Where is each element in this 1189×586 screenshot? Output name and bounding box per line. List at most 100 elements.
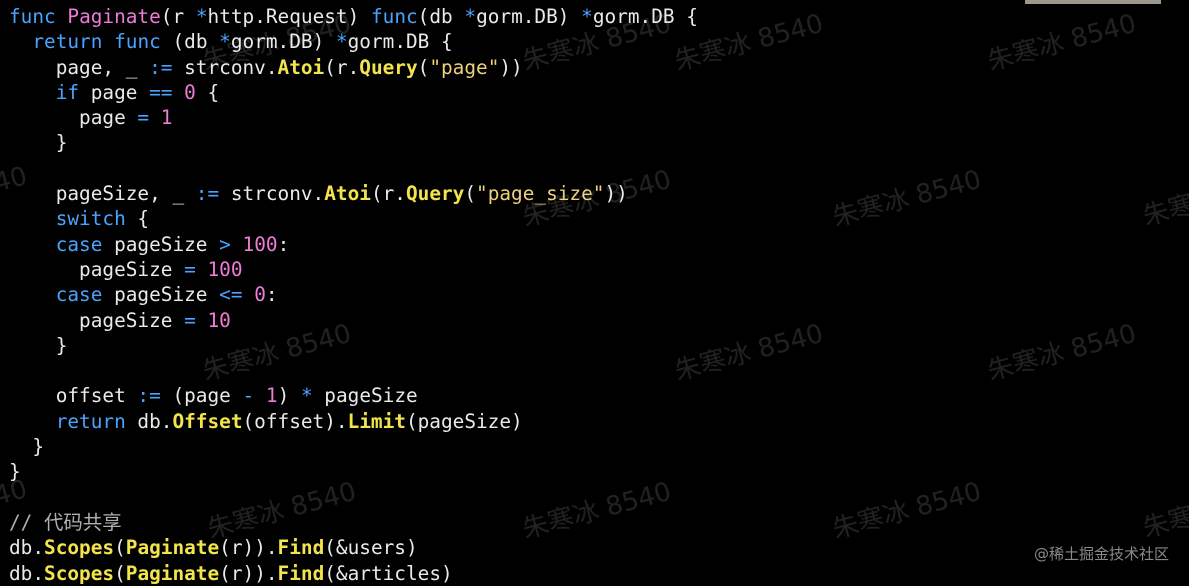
code-line: if page == 0 {: [9, 80, 698, 105]
code-token-txt: pageSize: [9, 308, 185, 332]
code-token-txt: http.Request): [207, 5, 371, 28]
code-token-txt: (db: [160, 30, 220, 54]
code-token-txt: (r: [160, 5, 196, 28]
code-token-txt: page, _: [9, 55, 150, 79]
code-token-op: <=: [219, 283, 243, 307]
code-line: pageSize = 10: [9, 308, 698, 333]
code-token-txt: (: [114, 536, 126, 560]
code-token-call: Paginate: [125, 561, 220, 585]
code-token-call: Atoi: [324, 182, 371, 206]
code-line: pageSize = 100: [9, 257, 698, 282]
code-line: pageSize, _ := strconv.Atoi(r.Query("pag…: [9, 181, 698, 206]
code-token-txt: db.: [9, 561, 45, 585]
code-line: // 代码共享: [9, 510, 698, 535]
code-line: return db.Offset(offset).Limit(pageSize): [9, 409, 698, 434]
code-token-txt: (page: [160, 384, 243, 408]
code-token-op: :=: [149, 55, 173, 79]
code-token-str: "page": [429, 55, 500, 79]
code-token-num: 100: [207, 257, 243, 281]
code-token-txt: offset: [9, 384, 138, 408]
code-token-txt: pageSize: [312, 384, 418, 408]
code-token-call: Limit: [347, 409, 406, 433]
code-line: db.Scopes(Paginate(r)).Find(&users): [9, 535, 698, 560]
code-token-op: *: [581, 5, 593, 28]
code-token-num: 1: [160, 106, 173, 130]
code-token-txt: (db: [417, 5, 465, 28]
code-token-op: *: [219, 30, 231, 54]
code-token-call: Scopes: [44, 561, 115, 585]
code-token-txt: (&users): [324, 536, 418, 560]
code-line: switch {: [9, 206, 698, 231]
code-token-txt: {: [195, 80, 220, 104]
code-token-txt: (pageSize): [405, 409, 523, 433]
code-line: case pageSize <= 0:: [9, 282, 698, 307]
code-token-txt: :: [277, 232, 290, 256]
code-token-num: 10: [207, 308, 231, 332]
code-token-txt: (r.: [324, 55, 360, 79]
code-token-call: Atoi: [277, 55, 325, 79]
code-token-txt: pageSize, _: [9, 182, 196, 206]
code-token-txt: }: [9, 333, 68, 357]
code-token-num: 0: [184, 80, 196, 104]
code-token-txt: ): [277, 384, 301, 408]
code-token-op: *: [464, 5, 477, 28]
site-credit: @稀土掘金技术社区: [1033, 545, 1169, 563]
code-token-txt: page: [79, 80, 150, 104]
code-token-txt: )): [499, 55, 523, 79]
code-token-kw: return: [32, 30, 103, 54]
code-token-op: -: [242, 384, 255, 408]
code-line: page = 1: [9, 105, 698, 130]
code-token-num: 0: [254, 283, 266, 307]
code-token-kw: case: [55, 232, 103, 256]
code-token-op: :=: [195, 182, 220, 206]
code-token-cm: // 代码共享: [9, 510, 122, 534]
code-token-kw: func: [370, 5, 418, 28]
code-token-call: Query: [359, 55, 418, 79]
code-token-txt: pageSize: [9, 257, 185, 281]
code-line: }: [9, 333, 698, 358]
code-line: return func (db *gorm.DB) *gorm.DB {: [9, 29, 698, 54]
code-token-kw: return: [55, 409, 126, 433]
code-token-kw: if: [55, 80, 80, 104]
code-token-txt: }: [9, 460, 21, 484]
code-token-op: *: [195, 5, 208, 28]
code-line: case pageSize > 100:: [9, 232, 698, 257]
code-token-txt: gorm.DB {: [592, 5, 698, 28]
code-token-txt: (r.: [370, 182, 406, 206]
code-token-txt: gorm.DB): [230, 30, 336, 54]
code-token-fn: Paginate: [67, 5, 161, 28]
code-line: page, _ := strconv.Atoi(r.Query("page")): [9, 55, 698, 80]
code-token-txt: db.: [9, 536, 45, 560]
code-token-txt: (offset).: [242, 409, 348, 433]
code-line: }: [9, 434, 698, 459]
code-token-txt: (&articles): [324, 561, 453, 585]
code-token-call: Scopes: [44, 536, 115, 560]
code-token-op: ==: [149, 80, 173, 104]
code-token-txt: (r)).: [219, 561, 278, 585]
code-token-call: Query: [405, 182, 465, 206]
code-token-call: Offset: [172, 409, 243, 433]
code-token-call: Find: [277, 536, 325, 560]
code-token-op: =: [184, 257, 196, 281]
code-line: }: [9, 459, 698, 484]
code-token-str: "page_size": [476, 182, 605, 206]
code-token-op: >: [219, 232, 231, 256]
code-token-txt: gorm.DB): [476, 5, 582, 28]
code-line: offset := (page - 1) * pageSize: [9, 383, 698, 408]
code-token-txt: (r)).: [219, 536, 278, 560]
code-line: func Paginate(r *http.Request) func(db *…: [9, 4, 698, 29]
code-token-txt: page: [9, 106, 138, 130]
code-token-kw: func: [114, 30, 161, 54]
